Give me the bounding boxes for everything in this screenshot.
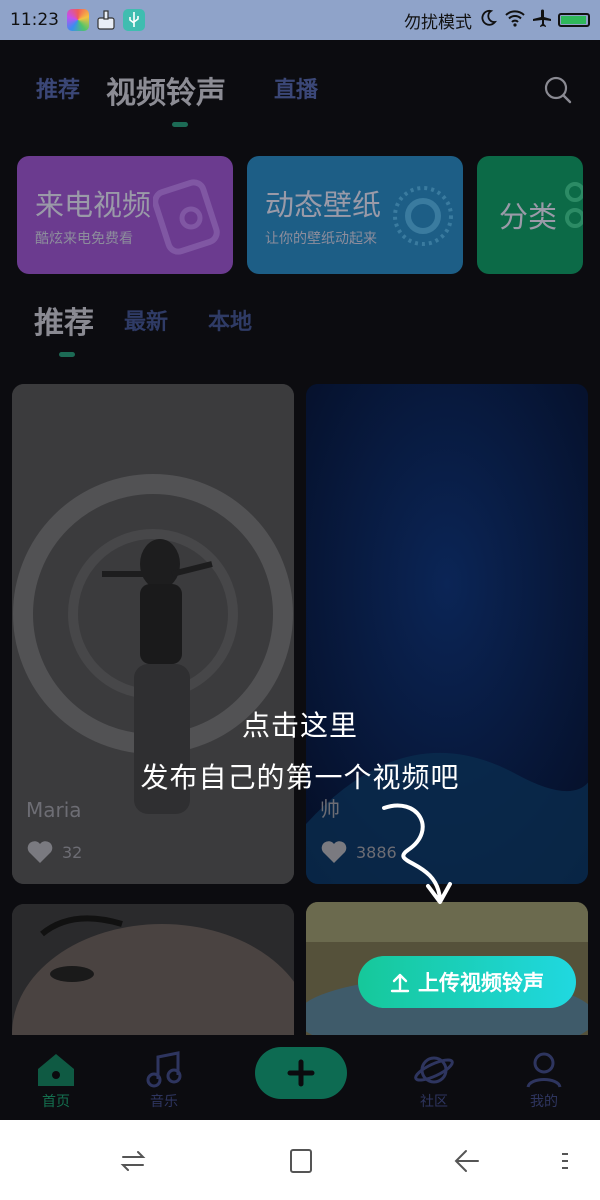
tab-label: 音乐 bbox=[150, 1094, 178, 1110]
card-categories[interactable]: 分类 bbox=[477, 156, 583, 274]
tile-author: Maria bbox=[26, 798, 82, 822]
hint-arrow-icon bbox=[382, 803, 452, 904]
status-bar: 11:23 勿扰模式 bbox=[0, 0, 600, 40]
usb-icon bbox=[123, 9, 145, 31]
hint-line-1: 点击这里 bbox=[241, 709, 358, 742]
tab-label: 社区 bbox=[420, 1094, 448, 1110]
person-icon bbox=[526, 1052, 562, 1088]
upload-video-ringtone-button[interactable]: 上传视频铃声 bbox=[358, 956, 576, 1008]
card-caller-video[interactable]: 来电视频 酷炫来电免费看 bbox=[17, 156, 233, 274]
sub-tab-latest[interactable]: 最新 bbox=[124, 304, 168, 336]
categories-icon bbox=[565, 182, 583, 228]
phone-video-icon bbox=[153, 179, 220, 255]
top-tab-indicator bbox=[172, 122, 188, 127]
like-count: 32 bbox=[62, 842, 83, 862]
video-tile[interactable]: Maria 32 bbox=[12, 384, 294, 884]
tile-author: 帅 bbox=[320, 797, 340, 821]
feature-cards: 来电视频 酷炫来电免费看 动态壁纸 让你的壁纸动起来 分类 bbox=[0, 156, 600, 276]
sub-tab-recommend[interactable]: 推荐 bbox=[34, 298, 94, 342]
top-nav: 推荐 视频铃声 直播 bbox=[0, 40, 600, 140]
bottom-tab-bar: 首页 音乐 社区 我的 bbox=[0, 1035, 600, 1120]
home-system-button[interactable] bbox=[286, 1146, 316, 1176]
wifi-icon bbox=[504, 9, 526, 32]
tab-community[interactable]: 社区 bbox=[394, 1051, 474, 1111]
plus-icon bbox=[287, 1059, 315, 1087]
battery-fill bbox=[561, 16, 587, 24]
switch-app-button[interactable] bbox=[118, 1146, 148, 1176]
search-button[interactable] bbox=[542, 74, 574, 106]
wallpaper-icon bbox=[393, 186, 453, 246]
card-title: 分类 bbox=[499, 200, 558, 234]
card-subtitle: 让你的壁纸动起来 bbox=[265, 231, 377, 247]
back-button[interactable] bbox=[452, 1146, 482, 1176]
screen: 11:23 勿扰模式 推荐 视频铃声 直播 来电视频 酷炫来电免费看 动态壁纸 … bbox=[0, 0, 600, 1200]
cleaner-app-icon bbox=[95, 9, 117, 31]
tab-label: 首页 bbox=[42, 1094, 70, 1110]
sub-tab-indicator bbox=[59, 352, 75, 357]
moon-icon bbox=[478, 8, 498, 33]
tab-profile[interactable]: 我的 bbox=[504, 1051, 584, 1111]
music-note-icon bbox=[146, 1051, 182, 1088]
back-arrow-icon bbox=[454, 1150, 479, 1172]
system-nav-bar bbox=[0, 1120, 600, 1200]
do-not-disturb-label: 勿扰模式 bbox=[404, 12, 472, 33]
status-time: 11:23 bbox=[10, 10, 59, 30]
heart-icon bbox=[27, 841, 53, 863]
upload-button-label: 上传视频铃声 bbox=[418, 971, 544, 995]
sub-tabs: 推荐 最新 本地 bbox=[0, 290, 600, 360]
top-tab-video-ringtone[interactable]: 视频铃声 bbox=[106, 68, 226, 112]
search-icon bbox=[544, 76, 572, 104]
swap-icon bbox=[120, 1151, 146, 1171]
battery-icon bbox=[558, 13, 590, 27]
sub-tab-local[interactable]: 本地 bbox=[208, 304, 252, 336]
square-icon bbox=[290, 1149, 312, 1173]
heart-icon bbox=[321, 841, 347, 863]
planet-icon bbox=[414, 1056, 454, 1084]
card-title: 动态壁纸 bbox=[265, 188, 382, 222]
menu-icon bbox=[562, 1153, 568, 1169]
top-tab-recommend[interactable]: 推荐 bbox=[36, 72, 80, 104]
create-button[interactable] bbox=[255, 1047, 347, 1099]
home-icon bbox=[38, 1054, 74, 1086]
app-content: 推荐 视频铃声 直播 来电视频 酷炫来电免费看 动态壁纸 让你的壁纸动起来 分类 bbox=[0, 40, 600, 1120]
card-live-wallpaper[interactable]: 动态壁纸 让你的壁纸动起来 bbox=[247, 156, 463, 274]
tab-label: 我的 bbox=[530, 1094, 558, 1110]
upload-icon bbox=[390, 973, 410, 993]
tab-home[interactable]: 首页 bbox=[16, 1051, 96, 1111]
tile-likes: 32 bbox=[26, 840, 82, 864]
menu-button[interactable] bbox=[558, 1146, 574, 1176]
photos-app-icon bbox=[67, 9, 89, 31]
airplane-icon bbox=[532, 8, 552, 33]
card-title: 来电视频 bbox=[35, 188, 152, 222]
status-right: 勿扰模式 bbox=[404, 8, 590, 33]
card-subtitle: 酷炫来电免费看 bbox=[35, 231, 133, 247]
hint-line-2: 发布自己的第一个视频吧 bbox=[140, 761, 460, 794]
tab-music[interactable]: 音乐 bbox=[124, 1051, 204, 1111]
top-tab-live[interactable]: 直播 bbox=[274, 72, 318, 104]
